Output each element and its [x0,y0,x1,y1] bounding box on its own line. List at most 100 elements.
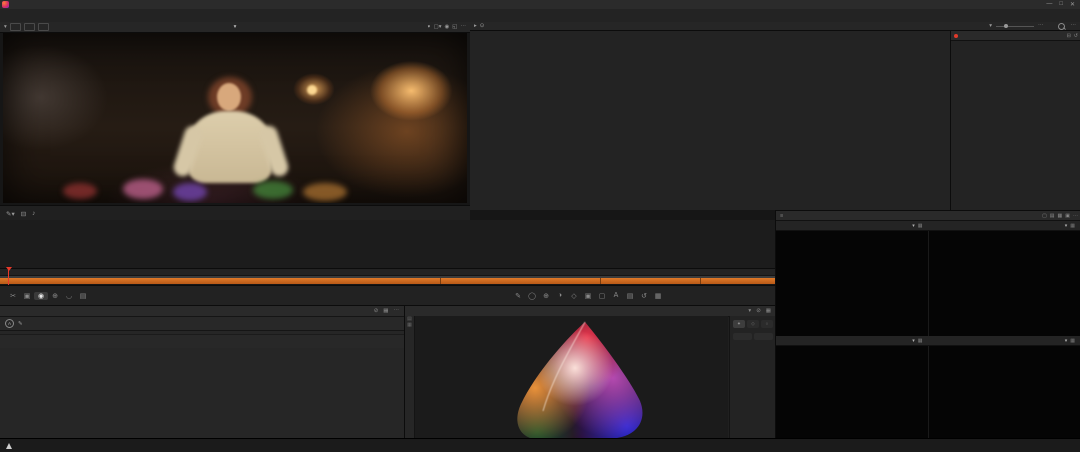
scopes-bottom-quad [776,346,1080,452]
hud-icon[interactable]: ⊙ [480,23,485,29]
panel-more-icon[interactable]: ⋯ [1071,23,1077,29]
sizing-icon[interactable]: ▣ [581,292,595,300]
stereo-icon[interactable]: ▢ [595,292,609,300]
viewer-timecode: ▾ [427,24,430,30]
adjustment-row: A ✎ [0,317,404,331]
add-pin-tool-icon[interactable]: + [733,320,745,328]
window-controls: — □ ✕ [1046,1,1080,8]
trash-icon[interactable]: ⊟ [1067,33,1071,39]
track-v1[interactable] [0,278,775,284]
text-icon[interactable]: A [609,292,623,300]
video-viewer[interactable] [3,33,467,203]
color-wheels-tool-icon[interactable]: ◉ [34,292,48,300]
davinci-resolve-window: — □ ✕ ▾ ▾ ▾ ▢▾ ◉ ◱ ⋯ [0,0,1080,452]
palette-icon[interactable]: ◉ [444,24,449,30]
window-icon[interactable]: ◯ [525,292,539,300]
note-tool-icon[interactable]: ▤ [76,292,90,300]
timeline-selector[interactable]: ▾ [180,24,290,30]
cursor-icon[interactable]: ▸ [474,23,477,29]
app-logo-icon [2,1,9,8]
footer-bar [0,438,1080,452]
clip-chevron-icon[interactable]: ▾ [989,23,992,29]
viewer-zoom-select[interactable]: ▾ [4,24,7,30]
waveform-top [929,231,1080,331]
blur-icon[interactable]: ◑ [553,292,567,300]
audio-icon[interactable]: ♪ [32,210,35,218]
vectorscope [776,231,928,331]
chroma-warp-canvas[interactable] [415,316,728,441]
vectorscope-select[interactable]: ▾ [912,223,915,229]
mix-slider[interactable] [996,26,1034,27]
parade-select[interactable]: ▾ [912,338,915,344]
search-icon[interactable] [1058,23,1065,30]
grab-still-icon[interactable]: ✎▾ [6,210,15,218]
undo-icon[interactable]: ↺ [637,292,651,300]
parade-scope [776,346,928,447]
color-space-transform-panel: ⊟ ↺ [950,31,1080,210]
clipboard-icon[interactable]: ▤ [623,292,637,300]
qualifier-icon[interactable]: ✎ [511,292,525,300]
warper-bypass-icon[interactable]: ⊘ [756,308,761,314]
auto-balance-icon[interactable]: A [5,319,14,328]
warper-delete-button[interactable] [754,333,773,340]
warper-reset-button[interactable] [733,333,752,340]
vectorscope-options-icon[interactable]: ▦ [918,223,923,229]
ngbar-more-icon[interactable]: ⋯ [1038,23,1044,29]
maximize-icon[interactable]: □ [1059,1,1063,8]
frame-tool-icon[interactable]: ▣ [20,292,34,300]
viewer-layout-icon[interactable] [10,23,21,31]
viewer-fit-icon[interactable] [38,23,49,31]
parade-options-icon[interactable]: ▦ [918,338,923,344]
cst-header: ⊟ ↺ [951,31,1080,41]
move-pin-tool-icon[interactable]: ◇ [747,320,759,328]
key-icon[interactable]: ◇ [567,292,581,300]
playhead[interactable] [8,268,9,285]
layout-quad-icon[interactable]: ▦ [1058,213,1063,219]
minimize-icon[interactable]: — [1046,1,1052,8]
viewer-header: ▾ ▾ ▾ ▢▾ ◉ ◱ ⋯ [0,22,470,33]
scopes-subbar-top: ▾▦ ▾▦ [776,221,1080,231]
layout-single-icon[interactable]: ▢ [1042,213,1047,219]
wheels-grid-icon[interactable]: ▦ [383,308,388,314]
wheels-bypass-icon[interactable]: ⊘ [374,308,379,314]
node-graph-bar: ▸ ⊙ ▾ ⋯ ⋯ [470,22,1080,31]
scopes-more-icon[interactable]: ⋯ [1073,213,1078,219]
scopes-header: ≡ ▢ ▤ ▦ ▣ ⋯ [776,211,1080,221]
reset-all-icon[interactable]: ↺ [1074,33,1078,39]
table-item-red [63,183,97,199]
display-icon[interactable]: ▢▾ [434,24,442,30]
picker-icon[interactable]: ✎ [18,321,23,327]
subject-body [188,111,272,183]
curves-tool-icon[interactable]: ◡ [62,292,76,300]
tracker-icon[interactable]: ⊕ [539,292,553,300]
active-dot-icon [954,34,958,38]
wheels-bottom-row [0,334,404,348]
viewer-split-icon[interactable] [24,23,35,31]
scissors-tool-icon[interactable]: ✂ [6,292,20,300]
scopes-subbar-bottom: ▾▦ ▾▦ [776,336,1080,346]
table-item-pink [123,179,163,199]
pick-tool-icon[interactable]: ○ [761,320,773,328]
warper-mesh-icon[interactable]: ▦ [405,322,414,328]
scopes-panel: ≡ ▢ ▤ ▦ ▣ ⋯ ▾▦ ▾▦ ▾▦ ▾▦ [775,210,1080,439]
warper-grid-icon[interactable]: ▦ [766,308,771,314]
layout-full-icon[interactable]: ▣ [1065,213,1070,219]
waveform-top-options-icon[interactable]: ▦ [1070,223,1075,229]
node-graph[interactable] [470,31,950,210]
layout-dual-icon[interactable]: ▤ [1050,213,1055,219]
waveform-select-top[interactable]: ▾ [1065,223,1068,229]
viewer-more-icon[interactable]: ⋯ [461,24,467,30]
wipe-icon[interactable]: ⊟ [21,210,26,218]
warper-flag-icon[interactable]: ▾ [748,308,751,314]
grid-icon[interactable]: ▦ [651,292,665,300]
table-item-green [253,181,293,199]
waveform-select-bottom[interactable]: ▾ [1065,338,1068,344]
chroma-gamut-shape [415,316,728,441]
waveform-bottom-options-icon[interactable]: ▦ [1070,338,1075,344]
expand-icon[interactable]: ◱ [452,24,457,30]
wheels-more-icon[interactable]: ⋯ [394,308,400,314]
close-icon[interactable]: ✕ [1070,1,1075,8]
warper-tools-sidebar: + ◇ ○ [729,316,776,441]
hdr-tool-icon[interactable]: ⊕ [48,292,62,300]
scopes-handle-icon[interactable]: ≡ [780,213,783,219]
